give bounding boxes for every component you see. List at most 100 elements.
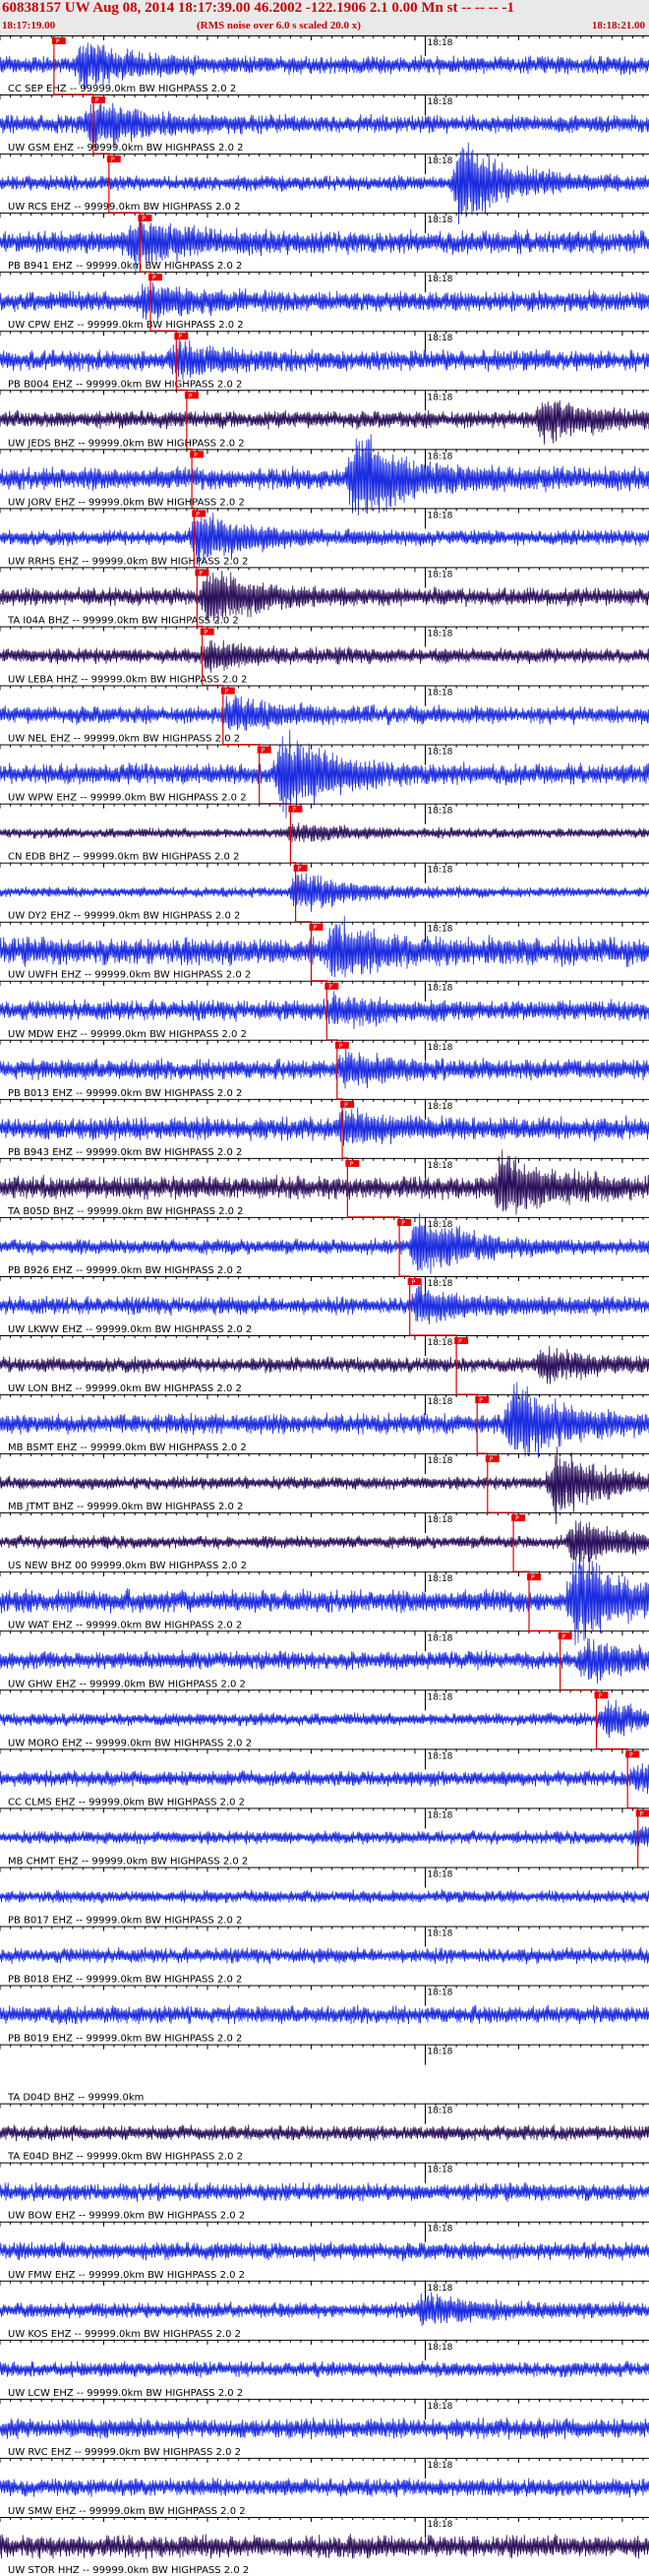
trace-label: TA D04D BHZ -- 99999.0km xyxy=(7,2093,144,2104)
pick-label: P xyxy=(349,1161,353,1168)
trace-label: PB B017 EHZ -- 99999.0km BW HIGHPASS 2.0… xyxy=(8,1915,242,1926)
minute-tick-label: 18:18 xyxy=(427,2166,452,2176)
minute-tick-label: 18:18 xyxy=(427,275,452,284)
pick-label: P xyxy=(56,38,60,45)
waveform-trace xyxy=(0,2292,649,2326)
minute-tick-label: 18:18 xyxy=(427,452,452,461)
pick-label: P xyxy=(515,1515,519,1522)
waveform-trace xyxy=(0,1280,649,1324)
trace-label: UW NEL EHZ -- 99999.0km BW HIGHPASS 2.0 … xyxy=(8,734,240,745)
waveform-trace xyxy=(0,2241,649,2262)
waveform-trace xyxy=(0,2478,649,2498)
pick-label: P xyxy=(344,1102,348,1109)
start-time-label: 18:17:19.00 xyxy=(2,20,56,31)
minute-tick-label: 18:18 xyxy=(427,1929,452,1938)
minute-tick-label: 18:18 xyxy=(427,1515,452,1525)
minute-tick-label: 18:18 xyxy=(427,1989,452,1998)
pick-label: P xyxy=(490,1456,494,1463)
waveform-trace xyxy=(0,1946,649,1965)
minute-tick-label: 18:18 xyxy=(427,2520,452,2530)
pick-label: P xyxy=(479,1397,483,1404)
trace-label: PB B013 EHZ -- 99999.0km BW HIGHPASS 2.0… xyxy=(8,1088,242,1099)
waveform-trace xyxy=(0,1638,649,1685)
minute-tick-label: 18:18 xyxy=(427,1279,452,1289)
waveform-trace xyxy=(0,2533,649,2559)
minute-tick-label: 18:18 xyxy=(427,925,452,935)
waveform-trace xyxy=(0,1699,649,1739)
trace-label: UW RVC EHZ -- 99999.0km BW HIGHPASS 2.0 … xyxy=(8,2447,241,2458)
waveform-trace xyxy=(0,873,649,912)
trace-label: UW MDW EHZ -- 99999.0km BW HIGHPASS 2.0 … xyxy=(8,1029,247,1040)
pick-label: P xyxy=(292,807,296,814)
minute-tick-label: 18:18 xyxy=(427,215,452,225)
pick-label: P xyxy=(194,452,198,459)
minute-tick-label: 18:18 xyxy=(427,2402,452,2412)
trace-label: TA I04A BHZ -- 99999.0km BW HIGHPASS 2.0… xyxy=(7,615,239,626)
waveform-trace xyxy=(0,2361,649,2378)
waveform-trace xyxy=(0,640,649,673)
trace-label: CC SEP EHZ -- 99999.0km BW HIGHPASS 2.0 … xyxy=(8,84,236,94)
minute-tick-label: 18:18 xyxy=(427,1870,452,1879)
minute-tick-label: 18:18 xyxy=(427,1161,452,1171)
minute-tick-label: 18:18 xyxy=(427,2343,452,2353)
trace-label: CC CLMS EHZ -- 99999.0km BW HIGHPASS 2.0… xyxy=(8,1797,245,1808)
trace-label: UW JEDS BHZ -- 99999.0km BW HIGHPASS 2.0… xyxy=(8,438,245,449)
waveform-trace xyxy=(0,916,649,978)
minute-tick-label: 18:18 xyxy=(427,2048,452,2057)
trace-label: UW BOW EHZ -- 99999.0km BW HIGHPASS 2.0 … xyxy=(8,2211,245,2222)
trace-label: UW JORV EHZ -- 99999.0km BW HIGHPASS 2.0… xyxy=(8,497,245,508)
minute-tick-label: 18:18 xyxy=(427,1397,452,1407)
pick-label: P xyxy=(189,393,193,399)
pick-label: P xyxy=(640,1810,644,1817)
pick-label: P xyxy=(111,156,115,163)
pick-label: P xyxy=(328,984,332,991)
pick-label: P xyxy=(95,97,99,104)
trace-label: US NEW BHZ 00 99999.0km BW HIGHPASS 2.0 … xyxy=(8,1561,247,1571)
trace-label: PB B004 EHZ -- 99999.0km BW HIGHPASS 2.0… xyxy=(8,379,242,390)
waveform-trace xyxy=(0,1107,649,1146)
waveform-trace xyxy=(0,2417,649,2440)
pick-label: P xyxy=(196,511,200,518)
minute-tick-label: 18:18 xyxy=(427,629,452,639)
trace-label: UW LON BHZ -- 99999.0km BW HIGHPASS 2.0 … xyxy=(8,1383,242,1394)
pick-label: P xyxy=(205,629,208,636)
trace-label: MB BSMT EHZ -- 99999.0km BW HIGHPASS 2.0… xyxy=(8,1442,247,1453)
trace-label: UW DY2 EHZ -- 99999.0km BW HIGHPASS 2.0 … xyxy=(8,911,240,922)
pick-label: P xyxy=(199,570,203,577)
trace-label: UW KOS EHZ -- 99999.0km BW HIGHPASS 2.0 … xyxy=(8,2329,241,2340)
waveform-trace xyxy=(0,991,649,1029)
waveform-trace xyxy=(0,1889,649,1904)
waveform-trace xyxy=(0,338,649,381)
minute-tick-label: 18:18 xyxy=(427,2225,452,2235)
pick-label: P xyxy=(225,689,229,696)
pick-label: P xyxy=(458,1338,462,1345)
pick-label: P xyxy=(262,748,266,755)
pick-label: P xyxy=(178,334,182,340)
minute-tick-label: 18:18 xyxy=(427,1751,452,1761)
waveform-trace xyxy=(0,1149,649,1215)
trace-label: PB B019 EHZ -- 99999.0km BW HIGHPASS 2.0… xyxy=(8,2034,242,2045)
trace-label: UW RCS EHZ -- 99999.0km BW HIGHPASS 2.0 … xyxy=(8,202,241,213)
minute-tick-label: 18:18 xyxy=(427,393,452,402)
minute-tick-label: 18:18 xyxy=(427,1810,452,1820)
trace-label: TA E04D BHZ -- 99999.0km BW HIGHPASS 2.0… xyxy=(7,2152,243,2163)
waveform-trace xyxy=(0,42,649,90)
waveform-trace xyxy=(0,1763,649,1795)
minute-tick-label: 18:18 xyxy=(427,2107,452,2116)
trace-label: UW UWFH EHZ -- 99999.0km BW HIGHPASS 2.0… xyxy=(8,970,251,981)
waveform-trace xyxy=(0,695,649,731)
trace-label: UW SMW EHZ -- 99999.0km BW HIGHPASS 2.0 … xyxy=(8,2506,246,2517)
minute-tick-label: 18:18 xyxy=(427,334,452,343)
trace-label: PB B941 EHZ -- 99999.0km BW HIGHPASS 2.0… xyxy=(8,261,242,272)
waveform-trace xyxy=(0,823,649,842)
pick-label: P xyxy=(152,275,156,281)
trace-label: TA B05D BHZ -- 99999.0km BW HIGHPASS 2.0… xyxy=(7,1206,244,1217)
minute-tick-label: 18:18 xyxy=(427,984,452,994)
trace-label: PB B018 EHZ -- 99999.0km BW HIGHPASS 2.0… xyxy=(8,1975,242,1986)
pick-label: P xyxy=(531,1574,535,1581)
trace-label: UW LKWW EHZ -- 99999.0km BW HIGHPASS 2.0… xyxy=(8,1324,252,1335)
rms-subtitle: (RMS noise over 6.0 s scaled 20.0 x) xyxy=(197,20,361,31)
minute-tick-label: 18:18 xyxy=(427,748,452,758)
event-title: 60838157 UW Aug 08, 2014 18:17:39.00 46.… xyxy=(2,0,514,16)
seismogram-panel: 18:18 CC SEP EHZ -- 99999.0km BW HIGHPASS… xyxy=(0,35,649,2576)
